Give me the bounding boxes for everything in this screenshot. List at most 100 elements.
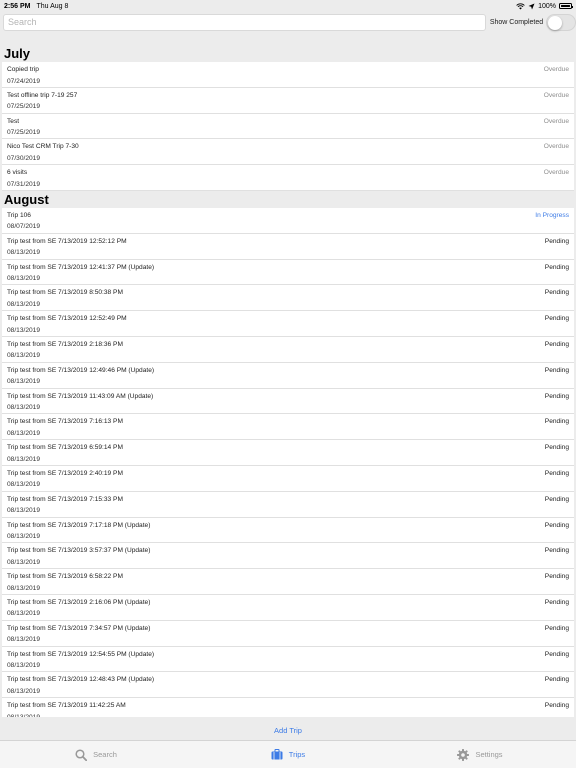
trip-status: Overdue [543, 117, 569, 125]
trip-status: Pending [544, 340, 569, 348]
trip-status: Pending [544, 521, 569, 529]
trip-row[interactable]: Trip test from SE 7/13/2019 11:42:25 AM 0… [2, 698, 574, 717]
trip-title: Trip test from SE 7/13/2019 11:42:25 AM [7, 702, 126, 710]
trip-date: 08/13/2019 [7, 636, 41, 644]
trip-row[interactable]: Trip test from SE 7/13/2019 2:16:06 PM (… [2, 594, 574, 621]
trip-status: Pending [544, 366, 569, 374]
trip-row[interactable]: Trip test from SE 7/13/2019 12:52:49 PM 0… [2, 311, 574, 337]
add-trip-button[interactable]: Add Trip [274, 726, 302, 735]
trip-date: 08/13/2019 [7, 558, 41, 566]
trip-row[interactable]: Trip test from SE 7/13/2019 7:17:18 PM (… [2, 517, 574, 544]
trip-status: Overdue [543, 66, 569, 73]
trip-title: Test offline trip 7-19 257 [7, 91, 78, 99]
trip-title: Trip test from SE 7/13/2019 2:18:36 PM [7, 340, 123, 348]
tab-bar: Search Trips Settings [0, 740, 576, 768]
show-completed-label: Show Completed [489, 18, 544, 26]
trip-row[interactable]: Trip test from SE 7/13/2019 2:18:36 PM 08… [2, 336, 574, 363]
trip-status: Pending [544, 676, 569, 684]
trip-row[interactable]: Trip test from SE 7/13/2019 8:50:38 PM 08… [2, 285, 574, 312]
search-icon [75, 748, 88, 761]
search-row: Show Completed [0, 12, 576, 32]
tab-search[interactable]: Search [0, 748, 192, 761]
trip-date: 08/13/2019 [7, 429, 41, 437]
trip-status: Pending [544, 624, 569, 632]
trip-date: 08/13/2019 [7, 352, 41, 360]
trip-row[interactable]: Trip test from SE 7/13/2019 7:16:13 PM 08… [2, 414, 574, 441]
location-arrow-icon [528, 3, 535, 9]
show-completed-toggle[interactable] [546, 13, 576, 31]
battery-percent: 100% [538, 2, 556, 10]
screen: 2:56 PM Thu Aug 8 100% Show Completed Ju… [0, 0, 576, 768]
trip-status: Pending [544, 547, 569, 555]
trip-row[interactable]: Trip test from SE 7/13/2019 6:58:22 PM 08… [2, 569, 574, 595]
trip-title: Trip test from SE 7/13/2019 7:17:18 PM (… [7, 521, 151, 529]
trip-date: 07/25/2019 [7, 103, 41, 111]
trip-status: In Progress [535, 211, 569, 219]
trip-title: Trip test from SE 7/13/2019 7:15:33 PM [7, 495, 123, 503]
trip-date: 08/13/2019 [7, 326, 41, 334]
gear-icon [457, 748, 470, 761]
trip-title: Trip test from SE 7/13/2019 6:58:22 PM [7, 573, 123, 581]
trip-list[interactable]: July Copied trip 07/24/2019 Overdue Test off… [0, 45, 576, 717]
trip-row[interactable]: Trip test from SE 7/13/2019 7:15:33 PM 08… [2, 491, 574, 518]
wifi-icon [516, 2, 525, 9]
trip-row[interactable]: Trip test from SE 7/13/2019 3:57:37 PM (… [2, 543, 574, 570]
trip-date: 07/31/2019 [7, 180, 41, 188]
trip-title: Trip test from SE 7/13/2019 2:40:19 PM [7, 469, 123, 477]
trip-date: 08/13/2019 [7, 404, 41, 412]
trip-title: Test [7, 117, 20, 125]
status-time: 2:56 PM [4, 2, 31, 10]
add-trip-bar: Add Trip [0, 720, 576, 740]
trip-status: Pending [544, 418, 569, 426]
trip-row[interactable]: Nico Test CRM Trip 7-30 07/30/2019 Overdue [2, 139, 574, 166]
trip-title: Trip test from SE 7/13/2019 7:34:57 PM (… [7, 624, 151, 632]
trip-status: Pending [544, 469, 569, 477]
status-bar: 2:56 PM Thu Aug 8 100% [0, 0, 576, 12]
trip-title: Trip test from SE 7/13/2019 12:54:55 PM … [7, 650, 155, 658]
trip-title: Trip test from SE 7/13/2019 7:16:13 PM [7, 418, 123, 426]
trip-status: Pending [544, 237, 569, 245]
trip-row[interactable]: Trip test from SE 7/13/2019 6:59:14 PM 08… [2, 440, 574, 466]
trip-date: 08/13/2019 [7, 533, 41, 541]
trip-status: Pending [544, 573, 569, 581]
trip-date: 08/07/2019 [7, 223, 41, 231]
trip-row[interactable]: Trip 106 08/07/2019 In Progress [2, 207, 574, 234]
trip-date: 08/13/2019 [7, 687, 41, 695]
toggle-knob [548, 15, 563, 30]
trip-status: Pending [544, 650, 569, 658]
tab-trips[interactable]: Trips [192, 749, 384, 760]
trip-row[interactable]: 6 visits 07/31/2019 Overdue [2, 165, 574, 191]
trip-status: Pending [544, 289, 569, 297]
trip-title: Nico Test CRM Trip 7-30 [7, 143, 79, 151]
trip-row[interactable]: Trip test from SE 7/13/2019 11:43:09 AM … [2, 388, 574, 415]
trip-row[interactable]: Test 07/25/2019 Overdue [2, 113, 574, 140]
trip-date: 08/13/2019 [7, 481, 41, 489]
trip-date: 08/13/2019 [7, 378, 41, 386]
trip-row[interactable]: Trip test from SE 7/13/2019 7:34:57 PM (… [2, 620, 574, 647]
search-input[interactable] [3, 13, 486, 31]
trip-status: Overdue [543, 91, 569, 99]
trip-row[interactable]: Copied trip 07/24/2019 Overdue [2, 62, 574, 88]
tab-settings[interactable]: Settings [384, 748, 576, 761]
trip-row[interactable]: Trip test from SE 7/13/2019 12:49:46 PM … [2, 362, 574, 389]
status-date: Thu Aug 8 [36, 2, 69, 10]
trip-date: 08/13/2019 [7, 584, 41, 592]
trip-status: Pending [544, 392, 569, 400]
trip-title: Trip test from SE 7/13/2019 11:43:09 AM … [7, 392, 154, 400]
tab-settings-label: Settings [475, 750, 503, 759]
trip-title: Trip test from SE 7/13/2019 6:59:14 PM [7, 444, 123, 452]
trip-date: 07/25/2019 [7, 129, 41, 137]
trip-title: Trip 106 [7, 211, 31, 219]
trip-status: Overdue [543, 169, 569, 177]
status-right: 100% [516, 2, 573, 10]
trip-row[interactable]: Trip test from SE 7/13/2019 2:40:19 PM 08… [2, 465, 574, 492]
trip-row[interactable]: Trip test from SE 7/13/2019 12:41:37 PM … [2, 259, 574, 286]
trip-date: 08/13/2019 [7, 662, 41, 670]
trip-row[interactable]: Trip test from SE 7/13/2019 12:54:55 PM … [2, 646, 574, 673]
trip-row[interactable]: Trip test from SE 7/13/2019 12:48:43 PM … [2, 672, 574, 699]
trip-row[interactable]: Trip test from SE 7/13/2019 12:52:12 PM 0… [2, 233, 574, 260]
tab-search-label: Search [93, 750, 117, 759]
trip-row[interactable]: Test offline trip 7-19 257 07/25/2019 Over… [2, 87, 574, 114]
trip-status: Pending [544, 495, 569, 503]
trip-title: Trip test from SE 7/13/2019 8:50:38 PM [7, 289, 123, 297]
